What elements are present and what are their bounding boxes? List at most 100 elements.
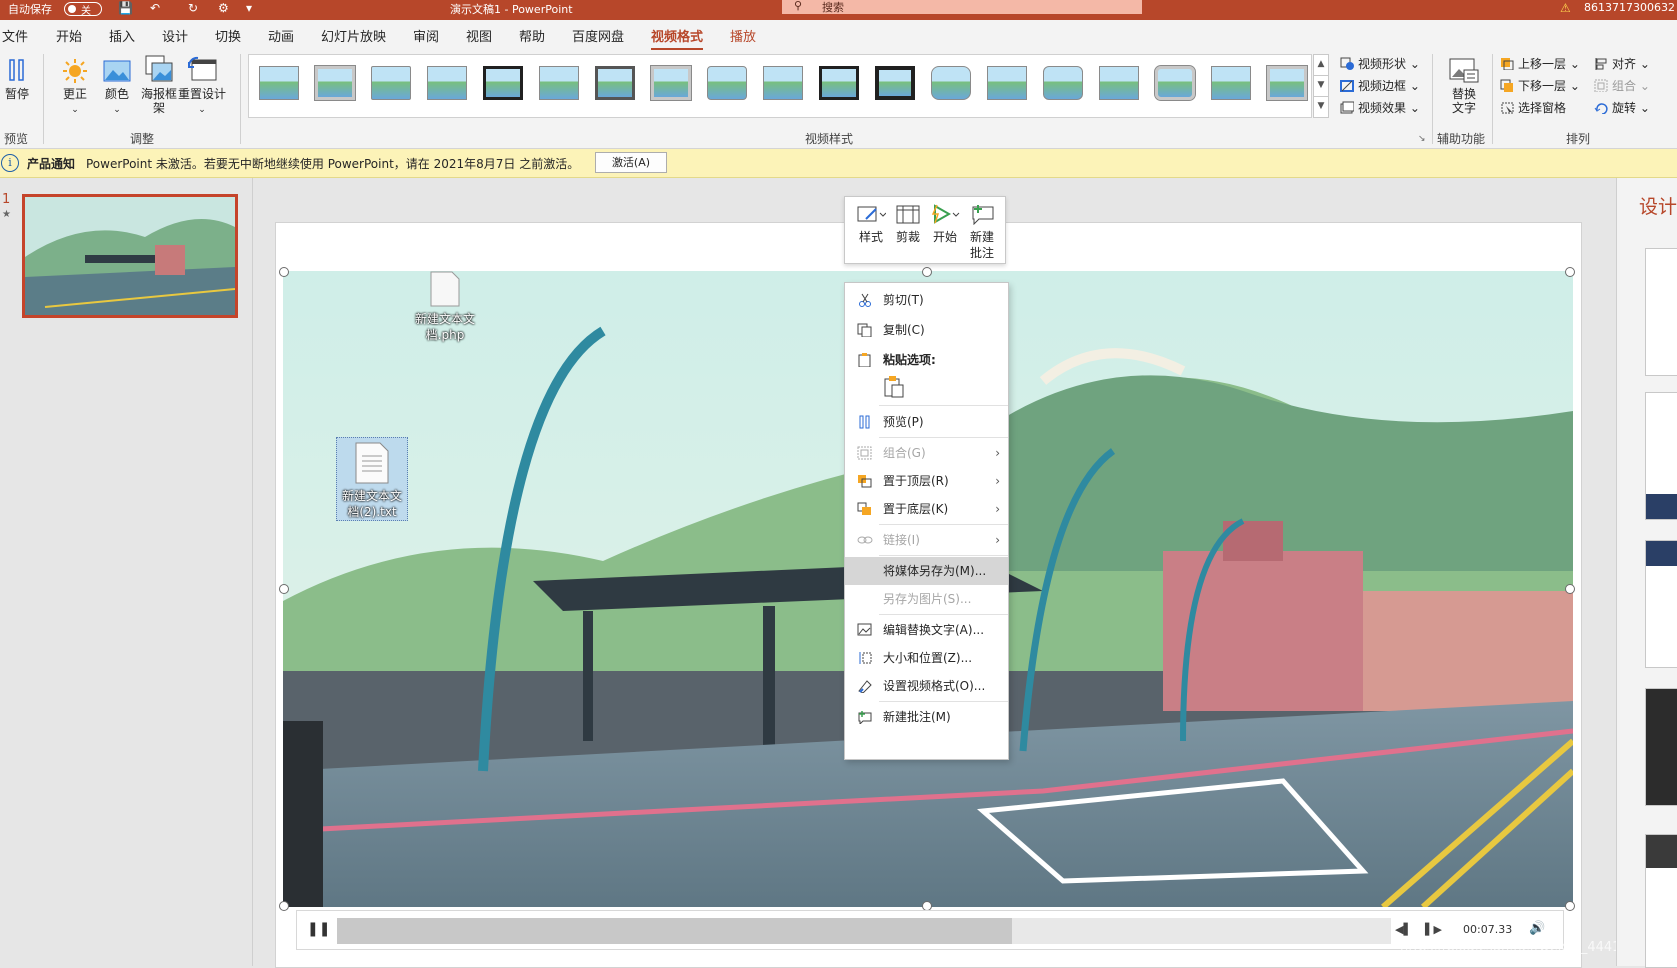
video-style-thumbnail[interactable]	[1043, 66, 1083, 100]
tab-file[interactable]: 文件	[2, 26, 28, 45]
gallery-scroll-up[interactable]: ▲	[1313, 54, 1329, 76]
customize-qat-icon[interactable]: ▾	[246, 1, 252, 15]
video-style-thumbnail[interactable]	[1099, 66, 1139, 100]
tab-animations[interactable]: 动画	[268, 26, 294, 45]
design-idea-thumbnail[interactable]	[1645, 688, 1677, 806]
design-idea-thumbnail[interactable]	[1645, 392, 1677, 520]
video-shape-button[interactable]: 视频形状 ⌄	[1340, 55, 1420, 72]
video-style-thumbnail[interactable]	[1266, 65, 1308, 101]
video-style-thumbnail[interactable]	[371, 66, 411, 100]
video-style-thumbnail[interactable]	[763, 66, 803, 100]
tab-home[interactable]: 开始	[56, 26, 82, 45]
rotate-button[interactable]: 旋转 ⌄	[1594, 99, 1650, 116]
reset-design-icon	[187, 56, 217, 81]
tab-slideshow[interactable]: 幻灯片放映	[321, 26, 386, 45]
activate-button[interactable]: 激活(A)	[595, 152, 667, 173]
video-style-thumbnail[interactable]	[314, 65, 356, 101]
menu-item-format-video[interactable]: 设置视频格式(O)...	[845, 672, 1008, 700]
video-style-thumbnail[interactable]	[875, 66, 915, 100]
video-style-thumbnail[interactable]	[1211, 66, 1251, 100]
video-style-thumbnail[interactable]	[650, 65, 692, 101]
gallery-expand[interactable]: ▼	[1313, 96, 1329, 118]
account-name[interactable]: 8613717300632	[1584, 1, 1675, 14]
menu-item-preview[interactable]: 预览(P)	[845, 408, 1008, 436]
menu-item-save-media-as[interactable]: 将媒体另存为(M)...	[845, 557, 1008, 585]
tab-view[interactable]: 视图	[466, 26, 492, 45]
search-box[interactable]: ⚲ 搜索	[782, 0, 1142, 14]
style-button[interactable]: 样式	[853, 203, 889, 245]
resize-handle[interactable]	[279, 901, 289, 911]
autosave-toggle[interactable]: 关	[64, 2, 102, 17]
tab-review[interactable]: 审阅	[413, 26, 439, 45]
menu-item-cut[interactable]: 剪切(T)	[845, 286, 1008, 314]
volume-icon[interactable]: 🔊	[1529, 921, 1545, 936]
send-backward-button[interactable]: 下移一层 ⌄	[1500, 77, 1580, 94]
design-idea-thumbnail[interactable]	[1645, 540, 1677, 668]
align-button[interactable]: 对齐 ⌄	[1594, 55, 1650, 72]
step-forward-icon[interactable]: ▌▶	[1425, 923, 1442, 936]
gallery-scroll-down[interactable]: ▼	[1313, 75, 1329, 97]
corrections-label: 更正	[62, 87, 87, 101]
alt-text-button[interactable]: 替换文字	[1444, 56, 1484, 115]
new-comment-button[interactable]: 新建批注	[963, 203, 1001, 261]
menu-item-copy[interactable]: 复制(C)	[845, 316, 1008, 344]
video-style-thumbnail[interactable]	[819, 66, 859, 100]
video-border-button[interactable]: 视频边框 ⌄	[1340, 77, 1420, 94]
video-style-thumbnail[interactable]	[483, 66, 523, 100]
video-style-thumbnail[interactable]	[427, 66, 467, 100]
group-button[interactable]: 组合 ⌄	[1594, 77, 1650, 94]
resize-handle[interactable]	[1565, 584, 1575, 594]
video-style-thumbnail[interactable]	[539, 66, 579, 100]
tab-transitions[interactable]: 切换	[215, 26, 241, 45]
resize-handle[interactable]	[279, 267, 289, 277]
desktop-file-icon-txt[interactable]: 新建文本文档(2).txt	[336, 437, 408, 521]
paste-option-keep-source[interactable]	[883, 375, 905, 399]
menu-item-new-comment[interactable]: 新建批注(M)	[845, 703, 1008, 731]
menu-item-bring-to-front[interactable]: 置于顶层(R) ›	[845, 467, 1008, 495]
dialog-launcher-icon[interactable]: ↘	[1418, 134, 1426, 144]
video-style-thumbnail[interactable]	[259, 66, 299, 100]
poster-frame-button[interactable]: 海报框架	[139, 54, 179, 115]
present-icon[interactable]: ⚙	[218, 1, 229, 15]
menu-item-link[interactable]: 链接(I) ›	[845, 526, 1008, 554]
video-style-thumbnail[interactable]	[595, 66, 635, 100]
resize-handle[interactable]	[922, 267, 932, 277]
video-style-thumbnail[interactable]	[1154, 65, 1196, 101]
slide-thumbnail[interactable]	[22, 194, 238, 318]
menu-item-edit-alt-text[interactable]: 编辑替换文字(A)...	[845, 616, 1008, 644]
tab-video-format[interactable]: 视频格式	[651, 26, 704, 50]
design-idea-thumbnail[interactable]	[1645, 248, 1677, 376]
tab-baidu-netdisk[interactable]: 百度网盘	[572, 26, 624, 45]
tab-help[interactable]: 帮助	[519, 26, 545, 45]
start-button[interactable]: 开始	[927, 203, 963, 245]
pause-icon[interactable]: ❚❚	[307, 921, 330, 937]
tab-playback[interactable]: 播放	[730, 26, 756, 45]
corrections-button[interactable]: 更正 ⌄	[58, 58, 92, 117]
tab-insert[interactable]: 插入	[109, 26, 135, 45]
video-style-thumbnail[interactable]	[987, 66, 1027, 100]
menu-item-size-position[interactable]: 大小和位置(Z)...	[845, 644, 1008, 672]
bring-forward-button[interactable]: 上移一层 ⌄	[1500, 55, 1580, 72]
desktop-file-icon-php[interactable]: 新建文本文档.php	[409, 271, 481, 343]
save-icon[interactable]: 💾	[118, 1, 133, 15]
video-effects-button[interactable]: 视频效果 ⌄	[1340, 99, 1420, 116]
redo-icon[interactable]: ↻	[188, 1, 198, 15]
video-style-thumbnail[interactable]	[931, 66, 971, 100]
step-back-icon[interactable]: ◀▌	[1395, 923, 1412, 936]
pause-button[interactable]: 暂停	[2, 58, 32, 101]
color-button[interactable]: 颜色 ⌄	[100, 58, 134, 117]
menu-item-group[interactable]: 组合(G) ›	[845, 439, 1008, 467]
resize-handle[interactable]	[1565, 267, 1575, 277]
menu-item-send-to-back[interactable]: 置于底层(K) ›	[845, 495, 1008, 523]
tab-design[interactable]: 设计	[162, 26, 188, 45]
trim-button[interactable]: 剪裁	[891, 203, 925, 245]
resize-handle[interactable]	[1565, 901, 1575, 911]
selection-pane-button[interactable]: 选择窗格	[1500, 99, 1566, 116]
progress-bar[interactable]	[337, 918, 1391, 944]
reset-design-button[interactable]: 重置设计 ⌄	[178, 54, 226, 117]
resize-handle[interactable]	[279, 584, 289, 594]
video-style-thumbnail[interactable]	[707, 66, 747, 100]
design-idea-thumbnail[interactable]	[1645, 834, 1677, 968]
menu-item-save-as-picture[interactable]: 另存为图片(S)...	[845, 585, 1008, 613]
undo-icon[interactable]: ↶	[150, 1, 160, 15]
